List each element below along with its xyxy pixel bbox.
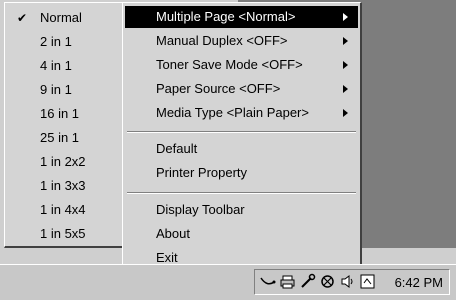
submenu-arrow-icon <box>343 109 348 117</box>
tray-context-menu: Multiple Page <Normal> Manual Duplex <OF… <box>122 2 362 275</box>
menu-item-multiple-page[interactable]: Multiple Page <Normal> <box>125 6 358 28</box>
menu-item-label: Paper Source <OFF> <box>156 81 281 96</box>
submenu-arrow-icon <box>343 13 348 21</box>
checkmark-icon: ✔ <box>17 11 28 25</box>
status-icon[interactable] <box>319 273 336 290</box>
submenu-item-1in2x2[interactable]: 1 in 2x2 <box>7 151 120 173</box>
submenu-item-16in1[interactable]: 16 in 1 <box>7 103 120 125</box>
submenu-item-label: 1 in 5x5 <box>40 226 86 241</box>
submenu-item-4in1[interactable]: 4 in 1 <box>7 55 120 77</box>
menu-item-label: Default <box>156 141 198 156</box>
submenu-item-label: 25 in 1 <box>40 130 80 145</box>
menu-separator <box>127 192 356 194</box>
printer-status-icon[interactable] <box>359 273 376 290</box>
network-icon[interactable] <box>259 273 276 290</box>
menu-item-label: About <box>156 226 190 241</box>
submenu-item-1in3x3[interactable]: 1 in 3x3 <box>7 175 120 197</box>
submenu-arrow-icon <box>343 37 348 45</box>
multiple-page-submenu: ✔ Normal 2 in 1 4 in 1 9 in 1 16 in 1 25… <box>4 2 124 248</box>
menu-item-about[interactable]: About <box>125 223 358 245</box>
submenu-arrow-icon <box>343 85 348 93</box>
menu-item-media-type[interactable]: Media Type <Plain Paper> <box>125 102 358 124</box>
menu-item-default[interactable]: Default <box>125 138 358 160</box>
menu-item-label: Manual Duplex <OFF> <box>156 33 288 48</box>
menu-item-label: Media Type <Plain Paper> <box>156 105 309 120</box>
submenu-item-label: 16 in 1 <box>40 106 80 121</box>
menu-item-paper-source[interactable]: Paper Source <OFF> <box>125 78 358 100</box>
submenu-item-1in4x4[interactable]: 1 in 4x4 <box>7 199 120 221</box>
menu-item-printer-property[interactable]: Printer Property <box>125 162 358 184</box>
menu-item-toner-save[interactable]: Toner Save Mode <OFF> <box>125 54 358 76</box>
clock[interactable]: 6:42 PM <box>395 275 443 290</box>
menu-item-label: Exit <box>156 250 178 265</box>
submenu-item-2in1[interactable]: 2 in 1 <box>7 31 120 53</box>
speaker-icon[interactable] <box>339 273 356 290</box>
submenu-item-label: 1 in 4x4 <box>40 202 86 217</box>
submenu-item-1in5x5[interactable]: 1 in 5x5 <box>7 223 120 245</box>
menu-separator <box>127 131 356 133</box>
submenu-item-25in1[interactable]: 25 in 1 <box>7 127 120 149</box>
tool-icon[interactable] <box>299 273 316 290</box>
menu-item-label: Printer Property <box>156 165 248 180</box>
submenu-item-label: 1 in 2x2 <box>40 154 86 169</box>
submenu-item-label: 2 in 1 <box>40 34 72 49</box>
menu-item-display-toolbar[interactable]: Display Toolbar <box>125 199 358 221</box>
system-tray: 6:42 PM <box>254 269 450 295</box>
submenu-item-label: 9 in 1 <box>40 82 72 97</box>
menu-item-label: Display Toolbar <box>156 202 245 217</box>
submenu-item-label: 1 in 3x3 <box>40 178 86 193</box>
printer-icon[interactable] <box>279 273 296 290</box>
submenu-item-normal[interactable]: ✔ Normal <box>7 7 120 29</box>
submenu-item-label: Normal <box>40 10 82 25</box>
submenu-arrow-icon <box>343 61 348 69</box>
menu-item-manual-duplex[interactable]: Manual Duplex <OFF> <box>125 30 358 52</box>
submenu-item-9in1[interactable]: 9 in 1 <box>7 79 120 101</box>
menu-item-label: Multiple Page <Normal> <box>156 9 296 24</box>
menu-item-label: Toner Save Mode <OFF> <box>156 57 303 72</box>
submenu-item-label: 4 in 1 <box>40 58 72 73</box>
